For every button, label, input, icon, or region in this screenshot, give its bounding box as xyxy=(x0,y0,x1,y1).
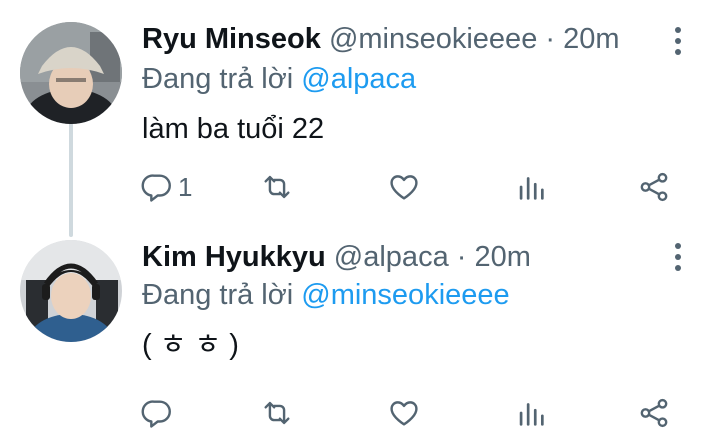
share-icon xyxy=(640,172,668,202)
tweet-header: Ryu Minseok @minseokieeee · 20m xyxy=(142,22,620,56)
more-icon xyxy=(675,243,681,249)
reply-button[interactable] xyxy=(140,393,178,433)
timestamp[interactable]: 20m xyxy=(475,241,531,273)
retweet-icon xyxy=(264,401,290,425)
more-icon-dot xyxy=(675,49,681,55)
tweet-text: làm ba tuổi 22 xyxy=(142,113,325,145)
analytics-icon xyxy=(519,403,544,426)
user-handle[interactable]: @alpaca xyxy=(334,241,449,273)
display-name[interactable]: Kim Hyukkyu xyxy=(142,241,326,273)
retweet-button[interactable] xyxy=(260,393,294,433)
share-button[interactable] xyxy=(637,167,671,207)
reply-icon xyxy=(141,174,171,202)
like-icon xyxy=(390,175,418,200)
mention-link[interactable]: @alpaca xyxy=(301,63,416,95)
share-button[interactable] xyxy=(637,393,671,433)
more-icon-dot xyxy=(675,38,681,44)
reply-count: 1 xyxy=(178,171,193,202)
replying-prefix: Đang trả lời xyxy=(142,279,294,311)
more-options-button[interactable] xyxy=(666,240,690,274)
tweet-text: ( ㅎ ㅎ ) xyxy=(142,329,239,361)
timestamp[interactable]: 20m xyxy=(563,23,619,55)
tweet-kim-hyukkyu[interactable]: Kim Hyukkyu @alpaca · 20m Đang trả lời @… xyxy=(0,226,720,448)
separator-dot: · xyxy=(456,241,467,273)
reply-icon xyxy=(141,400,171,428)
more-options-button[interactable] xyxy=(666,24,690,58)
retweet-button[interactable] xyxy=(260,167,294,207)
like-button[interactable] xyxy=(387,393,421,433)
tweet-header: Kim Hyukkyu @alpaca · 20m xyxy=(142,240,531,274)
share-icon xyxy=(640,398,668,428)
analytics-button[interactable] xyxy=(514,167,548,207)
retweet-icon xyxy=(264,175,290,199)
mention-link[interactable]: @minseokieeee xyxy=(301,279,509,311)
reply-button[interactable]: 1 xyxy=(140,167,192,207)
more-icon-dot xyxy=(675,254,681,260)
replying-to: Đang trả lời @minseokieeee xyxy=(142,278,510,312)
tweet-actions: 1 xyxy=(0,167,720,207)
more-icon xyxy=(675,27,681,33)
replying-to: Đang trả lời @alpaca xyxy=(142,62,416,96)
user-handle[interactable]: @minseokieeee xyxy=(329,23,537,55)
like-icon xyxy=(390,401,418,426)
display-name[interactable]: Ryu Minseok xyxy=(142,23,321,55)
avatar[interactable] xyxy=(20,240,122,342)
tweet-ryu-minseok[interactable]: Ryu Minseok @minseokieeee · 20m Đang trả… xyxy=(0,0,720,226)
analytics-icon xyxy=(519,177,544,200)
more-icon-dot xyxy=(675,265,681,271)
tweet-actions xyxy=(0,393,720,433)
avatar[interactable] xyxy=(20,22,122,124)
like-button[interactable] xyxy=(387,167,421,207)
replying-prefix: Đang trả lời xyxy=(142,63,294,95)
analytics-button[interactable] xyxy=(514,393,548,433)
separator-dot: · xyxy=(545,23,556,55)
